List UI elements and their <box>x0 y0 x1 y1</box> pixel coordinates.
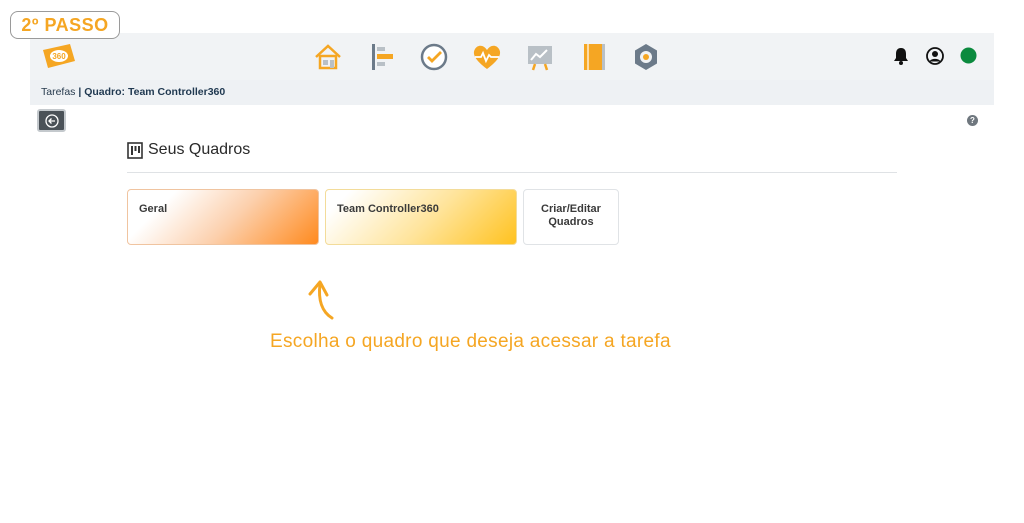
create-edit-boards-button[interactable]: Criar/Editar Quadros <box>523 189 619 245</box>
breadcrumb-separator: | <box>75 86 85 98</box>
create-edit-boards-label: Criar/Editar Quadros <box>541 203 601 228</box>
top-navbar: 360 <box>30 33 994 80</box>
pointer-arrow-icon <box>296 276 340 327</box>
divider <box>127 172 897 173</box>
breadcrumb-root[interactable]: Tarefas <box>41 86 75 98</box>
logo-text: 360 <box>52 52 66 61</box>
section-title-text: Seus Quadros <box>148 141 251 158</box>
heart-pulse-icon[interactable] <box>470 40 504 74</box>
help-icon[interactable]: ? <box>967 115 978 126</box>
page: 2º PASSO 360 Tarefas | Quadro: Team Cont… <box>0 0 1024 523</box>
bell-icon[interactable] <box>891 46 910 65</box>
timeline-icon[interactable] <box>364 40 398 74</box>
step-badge: 2º PASSO <box>10 11 120 39</box>
user-circle-icon[interactable] <box>925 46 944 65</box>
controller360-logo-icon[interactable]: 360 <box>40 41 78 71</box>
kanban-board-icon <box>127 141 143 159</box>
breadcrumb-current: Quadro: Team Controller360 <box>84 86 226 98</box>
instruction-text: Escolha o quadro que deseja acessar a ta… <box>270 331 671 352</box>
header-right-tools <box>891 46 978 65</box>
back-button[interactable] <box>37 109 66 132</box>
main-nav <box>311 40 663 74</box>
settings-gear-icon[interactable] <box>629 40 663 74</box>
board-card-label: Team Controller360 <box>337 203 439 215</box>
online-status-indicator <box>959 46 978 65</box>
home-icon[interactable] <box>311 40 345 74</box>
board-card-label: Geral <box>139 203 168 215</box>
arrow-left-circle-icon <box>44 113 59 128</box>
notebook-icon[interactable] <box>576 40 610 74</box>
breadcrumb: Tarefas | Quadro: Team Controller360 <box>30 80 994 105</box>
board-card-team-controller360[interactable]: Team Controller360 <box>325 189 517 245</box>
board-card-geral[interactable]: Geral <box>127 189 319 245</box>
section-title: Seus Quadros <box>127 141 250 159</box>
clock-check-icon[interactable] <box>417 40 451 74</box>
chart-board-icon[interactable] <box>523 40 557 74</box>
